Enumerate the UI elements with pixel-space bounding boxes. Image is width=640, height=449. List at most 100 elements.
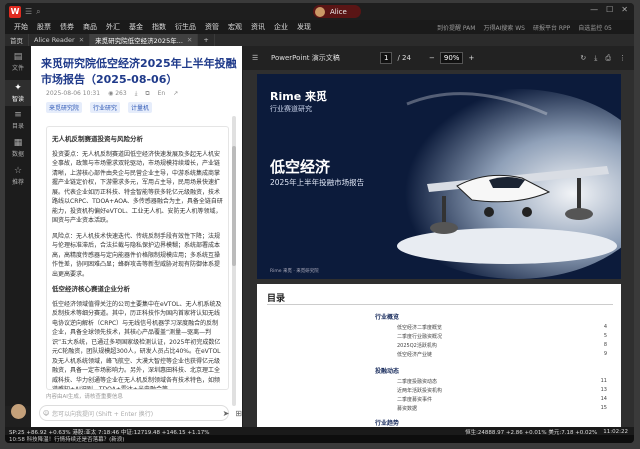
section-heading: 无人机反制赛道投资与风险分析 (52, 135, 143, 143)
nav-item-file[interactable]: ▤ 文件 (5, 52, 31, 72)
more-icon[interactable]: ⋮ (619, 54, 626, 63)
menu-item[interactable]: 指数 (152, 22, 166, 32)
toc-entry[interactable]: 二季度募资事件 14 (397, 396, 607, 403)
scrollbar[interactable] (232, 116, 236, 406)
toc-entry[interactable]: 二季度投融资动态 11 (397, 378, 607, 385)
article-body: 无人机反制赛道投资与风险分析 投资要点：无人机反制赛道因低空经济快速发展及多起无… (46, 126, 229, 390)
zoom-in-icon[interactable]: + (468, 54, 474, 62)
nav-item-data[interactable]: ▦ 数据 (5, 138, 31, 158)
user-pill[interactable]: Alice (313, 5, 361, 18)
menu-item[interactable]: 企业 (274, 22, 288, 32)
page-total: / 24 (397, 54, 411, 62)
maximize-icon[interactable]: ☐ (606, 5, 613, 14)
toc-page: 目录 行业概览 低空经济二季度概览 4 二季度行业融资概况 5 2025Q2活跃机构… (257, 284, 621, 429)
ask-actions: ➤ ⊞ (223, 409, 242, 418)
wind-logo: W (9, 5, 21, 18)
nav-label: 数据 (11, 151, 24, 158)
tab-reader[interactable]: Alice Reader ✕ (29, 34, 91, 46)
pdf-viewer: ☰ PowerPoint 演示文稿 1 / 24 − 90% + ↻ ⤓ ⎙ ⋮ (243, 46, 634, 429)
paragraph: 投资要点：无人机反制赛道因低空经济快速发展及多起无人机安全事故，政策与市场需求双… (52, 150, 223, 225)
toc-section: 行业概览 (375, 314, 400, 321)
menu-item[interactable]: 基金 (129, 22, 143, 32)
article-title: 来觅研究院低空经济2025年上半年投融市场报告（2025-08-06） (41, 57, 237, 86)
assistant-avatar[interactable] (11, 404, 26, 419)
toc-entry[interactable]: 低空经济产业链 9 (397, 351, 607, 358)
toc-entry[interactable]: 二季度行业融资概况 5 (397, 333, 607, 340)
paragraph: 低空经济领域值得关注的公司主要集中在eVTOL、无人机系统及反制技术等细分赛道。… (52, 300, 222, 390)
minimize-icon[interactable]: — (590, 5, 598, 14)
menu-icon[interactable]: ☰ (25, 7, 32, 16)
eye-icon: ◉ 263 (108, 90, 127, 97)
attach-icon[interactable]: ⊞ (235, 409, 242, 418)
zoom-control: − 90% + (429, 52, 474, 64)
tool-link[interactable]: 到价提醒 PAM (437, 23, 475, 32)
nav-item-outline[interactable]: ≡ 目录 (5, 110, 31, 130)
user-name: Alice (330, 7, 347, 16)
toc-entry[interactable]: 2025Q2活跃机构 8 (397, 342, 607, 349)
menu-item[interactable]: 开始 (14, 22, 28, 32)
menu-item[interactable]: 外汇 (106, 22, 120, 32)
cover-subtitle: 2025年上半年投融市场报告 (270, 178, 365, 187)
download-icon[interactable]: ⤓ (135, 90, 138, 98)
copy-icon[interactable]: ⧉ (145, 90, 149, 98)
tool-links: 到价提醒 PAM 万得AI搜索 WS 研报平台 RPP 自选监控 05 (437, 23, 612, 32)
close-icon[interactable]: ✕ (621, 5, 628, 14)
emoji-icon[interactable]: ☺ (43, 410, 49, 417)
tab-home[interactable]: 首页 (5, 34, 29, 46)
tab-label: 来觅研究院低空经济2025年... (95, 37, 183, 45)
menu-item[interactable]: 股票 (37, 22, 51, 32)
tab-label: Alice Reader (34, 36, 75, 44)
toc-entry[interactable]: 近两年活跃投资机构 13 (397, 387, 607, 394)
menu-bar: 开始 股票 债券 商品 外汇 基金 指数 衍生品 资管 宏观 资讯 企业 发现 … (5, 20, 634, 34)
tag[interactable]: 来觅研究院 (46, 102, 83, 113)
menu-item[interactable]: 商品 (83, 22, 97, 32)
menu-item[interactable]: 宏观 (228, 22, 242, 32)
new-tab-icon[interactable]: + (198, 34, 215, 46)
zoom-value[interactable]: 90% (439, 52, 464, 64)
tab-report[interactable]: 来觅研究院低空经济2025年... ✕ (90, 34, 199, 46)
menu-item[interactable]: 衍生品 (175, 22, 196, 32)
article-date: 2025-08-06 10:31 (46, 90, 101, 97)
menu-item[interactable]: 资讯 (251, 22, 265, 32)
pdf-toolbar: ☰ PowerPoint 演示文稿 1 / 24 − 90% + ↻ ⤓ ⎙ ⋮ (243, 46, 634, 70)
nav-item-recommend[interactable]: ☆ 推荐 (5, 166, 31, 186)
zoom-out-icon[interactable]: − (429, 54, 435, 62)
pdf-actions: ↻ ⤓ ⎙ ⋮ (580, 54, 626, 63)
send-icon[interactable]: ➤ (223, 409, 230, 418)
reader-panel: 来觅研究院低空经济2025年上半年投融市场报告（2025-08-06） 2025… (31, 46, 242, 429)
nav-item-smart-read[interactable]: ✦ 智读 (5, 80, 31, 106)
avatar (315, 6, 325, 17)
cover-slide: Rime 来觅 行业赛道研究 低空经济 2025年上半年投融市场报告 Rime … (257, 74, 621, 279)
cover-title: 低空经济 (270, 158, 331, 176)
divider (267, 304, 613, 305)
menu-item[interactable]: 资管 (205, 22, 219, 32)
data-icon: ▦ (13, 138, 23, 148)
ask-input[interactable]: ☺ 您可以向我提问 (Shift + Enter 换行) ➤ ⊞ (39, 405, 242, 421)
print-icon[interactable]: ⎙ (605, 54, 611, 63)
title-bar: W ☰ ⌕ Alice — ☐ ✕ (5, 3, 634, 20)
tool-link[interactable]: 自选监控 05 (578, 23, 612, 32)
download-icon[interactable]: ⤓ (594, 54, 597, 63)
page-input[interactable]: 1 (380, 52, 393, 64)
close-tab-icon[interactable]: ✕ (187, 36, 192, 44)
toc-entry[interactable]: 募资数据 15 (397, 405, 607, 412)
close-tab-icon[interactable]: ✕ (79, 36, 84, 44)
search-icon[interactable]: ⌕ (36, 7, 40, 17)
sidebar-toggle-icon[interactable]: ☰ (252, 54, 258, 62)
menu-item[interactable]: 债券 (60, 22, 74, 32)
scroll-thumb[interactable] (232, 146, 236, 266)
lang-toggle[interactable]: En (158, 90, 166, 98)
tag[interactable]: 行业研究 (90, 102, 121, 113)
tool-link[interactable]: 研报平台 RPP (533, 23, 570, 32)
share-icon[interactable]: ↗ (173, 90, 178, 98)
rotate-icon[interactable]: ↻ (580, 54, 586, 63)
app-window: W ☰ ⌕ Alice — ☐ ✕ 开始 股票 债券 商品 外汇 基金 指数 衍… (5, 3, 634, 443)
news-ticker[interactable]: 10:58 科技降温！行情持续还是否落幕？(新浪) (5, 435, 634, 443)
menu-item[interactable]: 发现 (297, 22, 311, 32)
page-control: 1 / 24 (380, 52, 411, 64)
toc-entry[interactable]: 低空经济二季度概览 4 (397, 324, 607, 331)
ticker-text: 10:58 科技降温！行情持续还是否落幕？(新浪) (9, 437, 125, 443)
tool-link[interactable]: 万得AI搜索 WS (483, 23, 525, 32)
tag[interactable]: 计量机 (128, 102, 153, 113)
nav-label: 智读 (11, 96, 24, 103)
